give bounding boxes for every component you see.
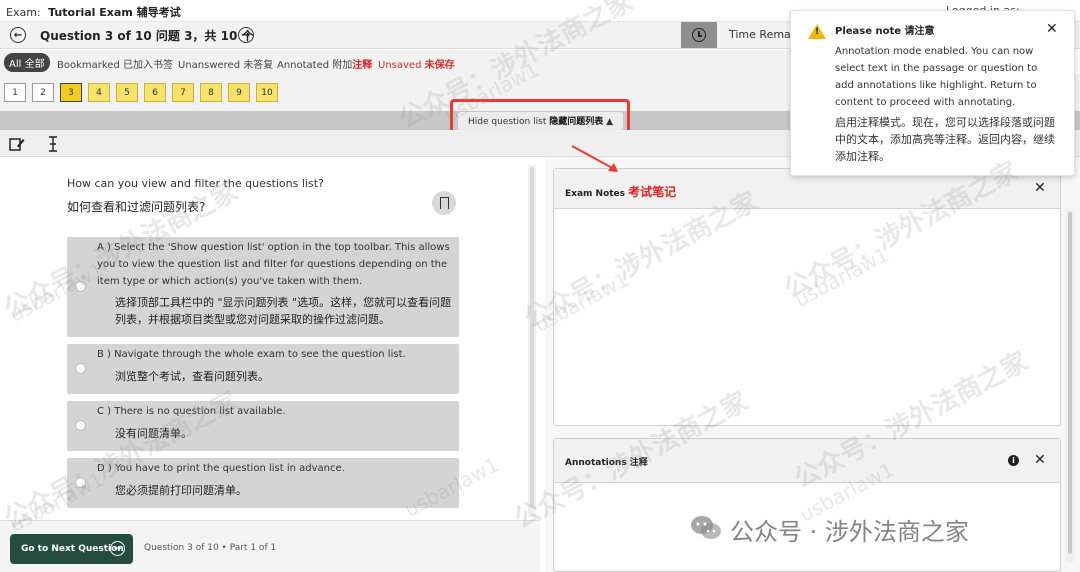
close-notes-icon[interactable]: ✕: [1034, 180, 1046, 196]
arrow-right-icon: →: [241, 29, 251, 41]
exam-prefix: Exam:: [6, 6, 41, 19]
next-question-icon-button[interactable]: →: [238, 27, 254, 43]
question-pane-scrollbar[interactable]: [528, 165, 536, 517]
question-number-5[interactable]: 5: [116, 83, 138, 102]
timer-toggle-button[interactable]: [681, 22, 717, 48]
option-letter: B ): [97, 349, 111, 360]
popover-title: Please note 请注意: [835, 26, 935, 37]
option-text-en: Select the 'Show question list' option i…: [97, 242, 450, 287]
radio-option-a[interactable]: [75, 281, 86, 292]
question-text-zh: 如何查看和过滤问题列表?: [67, 200, 206, 214]
question-number-6[interactable]: 6: [144, 83, 166, 102]
annotate-tool-button[interactable]: [4, 134, 30, 154]
close-annotations-icon[interactable]: ✕: [1034, 452, 1046, 468]
option-text-zh: 没有问题清单。: [115, 427, 192, 440]
filter-bookmarked[interactable]: Bookmarked 已加入书签: [57, 56, 173, 71]
radio-option-c[interactable]: [75, 420, 86, 431]
option-text-en: You have to print the question list in a…: [114, 463, 345, 474]
option-text-zh: 选择顶部工具栏中的 "显示问题列表 "选项。这样，您就可以查看问题列表，并根据项…: [115, 296, 452, 326]
question-text-en: How can you view and filter the question…: [67, 177, 324, 190]
bookmark-icon: [439, 197, 449, 212]
filter-unsaved-en: Unsaved: [378, 60, 422, 71]
answer-option-c[interactable]: C ) There is no question list available.…: [67, 401, 459, 451]
clock-icon: [692, 28, 706, 42]
filter-annotated-label: Annotated 附加: [277, 60, 353, 71]
question-number-4[interactable]: 4: [88, 83, 110, 102]
previous-question-button[interactable]: ←: [10, 27, 26, 43]
filter-unsaved-zh: 未保存: [424, 60, 455, 71]
question-filters: All 全部 Bookmarked 已加入书签 Unanswered 未答复 A…: [0, 50, 790, 74]
option-letter: A ): [97, 242, 111, 253]
radio-option-d[interactable]: [75, 477, 86, 488]
answer-option-a[interactable]: A ) Select the 'Show question list' opti…: [67, 237, 459, 337]
option-letter: C ): [97, 406, 112, 417]
question-title: Question 3 of 10 问题 3，共 10 个: [40, 29, 254, 43]
question-number-3[interactable]: 3: [60, 83, 82, 102]
arrow-left-icon: ←: [13, 29, 23, 41]
exam-notes-textarea[interactable]: [554, 210, 1060, 425]
filter-unanswered[interactable]: Unanswered 未答复: [178, 56, 273, 71]
option-text-en: Navigate through the whole exam to see t…: [114, 349, 406, 360]
option-text-en: There is no question list available.: [114, 406, 286, 417]
filter-annotated[interactable]: Annotated 附加注释: [277, 56, 372, 71]
exam-notes-panel: Exam Notes 考试笔记 ✕: [553, 168, 1061, 426]
exam-notes-title: Exam Notes 考试笔记: [565, 183, 676, 200]
exam-label: Exam: Tutorial Exam 辅导考试: [6, 4, 181, 20]
edit-note-icon: [9, 138, 25, 151]
info-icon[interactable]: i: [1008, 455, 1019, 466]
question-number-1[interactable]: 1: [4, 83, 26, 102]
annotation-mode-popover: ! Please note 请注意 ✕ Annotation mode enab…: [790, 10, 1075, 176]
text-select-tool-button[interactable]: [40, 134, 66, 154]
question-progress-info: Question 3 of 10 • Part 1 of 1: [144, 543, 277, 553]
wechat-icon: [690, 514, 722, 542]
filter-annotated-highlight: 注释: [352, 60, 373, 71]
answer-option-b[interactable]: B ) Navigate through the whole exam to s…: [67, 344, 459, 394]
answer-option-d[interactable]: D ) You have to print the question list …: [67, 458, 459, 508]
red-arrow-annotation: [571, 145, 618, 172]
popover-body-zh: 启用注释模式。现在，您可以选择段落或问题中的文本，添加高亮等注释。返回内容，继续…: [835, 116, 1055, 163]
option-text-zh: 您必须提前打印问题清单。: [115, 484, 247, 497]
question-number-10[interactable]: 10: [256, 83, 278, 102]
question-number-2[interactable]: 2: [32, 83, 54, 102]
arrow-right-circle-icon: →: [110, 541, 125, 556]
annotations-header: Annotations 注释 i ✕: [554, 439, 1060, 483]
option-text-zh: 浏览整个考试，查看问题列表。: [115, 370, 269, 383]
question-number-9[interactable]: 9: [228, 83, 250, 102]
bookmark-button[interactable]: [432, 191, 456, 215]
filter-unsaved[interactable]: Unsaved 未保存: [378, 56, 455, 71]
radio-option-b[interactable]: [75, 363, 86, 374]
notes-pane-scrollbar[interactable]: [1066, 210, 1074, 562]
wechat-watermark-text: 公众号 · 涉外法商之家: [730, 518, 969, 546]
go-to-next-question-button[interactable]: Go to Next Question →: [10, 534, 133, 564]
warning-icon: !: [808, 24, 826, 39]
bottom-navigation-bar: Go to Next Question → Question 3 of 10 •…: [0, 520, 540, 572]
option-letter: D ): [97, 463, 112, 474]
question-number-8[interactable]: 8: [200, 83, 222, 102]
close-popover-icon[interactable]: ✕: [1046, 21, 1058, 37]
popover-body-en: Annotation mode enabled. You can now sel…: [835, 46, 1038, 108]
question-number-7[interactable]: 7: [172, 83, 194, 102]
text-cursor-icon: [49, 136, 57, 152]
annotations-title: Annotations 注释: [565, 458, 648, 468]
exam-name: Tutorial Exam 辅导考试: [48, 6, 181, 19]
next-button-label: Go to Next Question: [21, 544, 124, 554]
exam-notes-title-zh: 考试笔记: [628, 185, 677, 199]
annotations-panel: Annotations 注释 i ✕: [553, 438, 1061, 572]
filter-all[interactable]: All 全部: [4, 53, 50, 72]
exam-notes-title-en: Exam Notes: [565, 189, 626, 199]
